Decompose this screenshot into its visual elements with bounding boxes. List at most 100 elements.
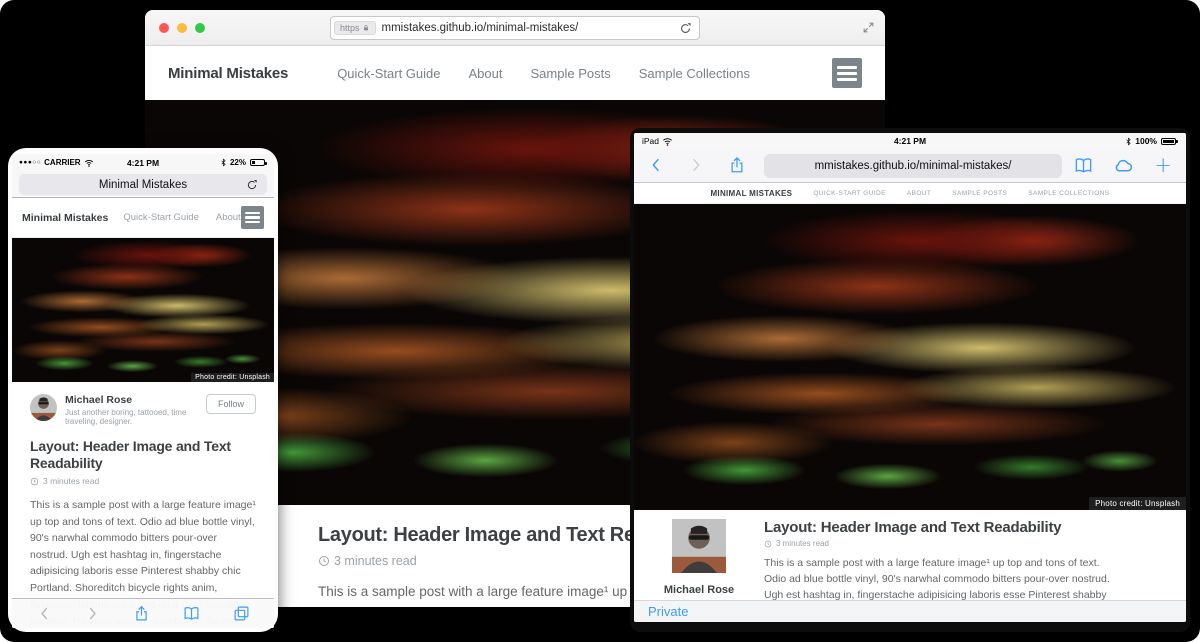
tabs-button[interactable] [233, 605, 250, 623]
url-text: mmistakes.github.io/minimal-mistakes/ [815, 160, 1012, 172]
safari-toolbar: mmistakes.github.io/minimal-mistakes/ + [634, 149, 1186, 183]
ipad-device: iPad 4:21 PM 100% mmistakes.github.io/mi… [630, 128, 1190, 632]
battery-percent: 100% [1135, 136, 1157, 146]
avatar-photo [672, 560, 726, 573]
read-time: 3 minutes read [776, 539, 829, 548]
burger-bar [245, 216, 260, 219]
chevron-left-icon [37, 606, 52, 621]
expand-icon [862, 21, 875, 34]
iphone-device: ●●●○○ CARRIER 4:21 PM 22% Minimal Mistak… [8, 148, 278, 632]
nav-link-sample-posts[interactable]: Sample Posts [531, 66, 611, 81]
burger-bar [837, 72, 857, 75]
menu-toggle-button[interactable] [241, 206, 264, 229]
ipad-screen: iPad 4:21 PM 100% mmistakes.github.io/mi… [634, 133, 1186, 622]
avatar [30, 394, 57, 421]
forward-button[interactable] [85, 605, 100, 623]
back-button[interactable] [648, 157, 664, 175]
book-icon [183, 605, 200, 622]
nav-link-sample-collections[interactable]: Sample Collections [639, 66, 750, 81]
nav-link-sample-collections[interactable]: SAMPLE COLLECTIONS [1028, 190, 1109, 197]
address-bar[interactable]: https mmistakes.github.io/minimal-mistak… [330, 16, 700, 40]
book-icon [1074, 156, 1093, 175]
page-title: Minimal Mistakes [99, 179, 187, 191]
reader-button[interactable] [1074, 156, 1093, 175]
nav-link-quick-start[interactable]: Quick-Start Guide [123, 212, 199, 223]
icloud-tabs-button[interactable] [1113, 155, 1134, 176]
post-meta: 3 minutes read [30, 476, 256, 486]
status-time: 4:21 PM [634, 136, 1186, 146]
nav-link-about[interactable]: About [469, 66, 503, 81]
site-nav-links: Quick-Start Guide About Sample Posts Sam… [337, 66, 750, 81]
share-button[interactable] [133, 605, 150, 623]
battery-percent: 22% [230, 158, 246, 167]
new-tab-button[interactable]: + [1154, 155, 1172, 176]
post-main: Layout: Header Image and Text Readabilit… [764, 519, 1186, 600]
chevron-left-icon [648, 157, 664, 173]
clock-icon [318, 555, 330, 567]
private-button[interactable]: Private [648, 604, 688, 619]
chevron-right-icon [688, 157, 704, 173]
site-title-link[interactable]: MINIMAL MISTAKES [710, 189, 792, 198]
author-text: Michael Rose Just another boring, tattoo… [65, 394, 198, 426]
photo-credit-badge: Photo credit: Unsplash [1089, 497, 1186, 510]
scheme-label: https [340, 23, 360, 33]
forward-button[interactable] [688, 157, 704, 175]
nav-link-sample-posts[interactable]: SAMPLE POSTS [952, 190, 1007, 197]
fullscreen-button[interactable] [862, 19, 875, 37]
address-field[interactable]: mmistakes.github.io/minimal-mistakes/ [764, 154, 1062, 178]
battery-icon [250, 159, 265, 166]
avatar-photo [30, 394, 57, 421]
burger-bar [837, 78, 857, 81]
tabs-icon [233, 605, 250, 622]
share-button[interactable] [728, 156, 746, 174]
iphone-address-bar-area: Minimal Mistakes [12, 171, 274, 198]
nav-link-quick-start[interactable]: QUICK-START GUIDE [813, 190, 886, 197]
author-name: Michael Rose [634, 584, 764, 596]
status-right: 100% [1124, 136, 1178, 146]
site-title-link[interactable]: Minimal Mistakes [22, 212, 108, 224]
ipad-status-bar: iPad 4:21 PM 100% [634, 133, 1186, 149]
burger-bar [245, 221, 260, 224]
burger-bar [837, 66, 857, 69]
share-icon [133, 605, 150, 622]
url-text: mmistakes.github.io/minimal-mistakes/ [382, 22, 672, 34]
chevron-right-icon [85, 606, 100, 621]
post-content: Michael Rose Just another boring, tattoo… [12, 382, 274, 628]
nav-link-about[interactable]: ABOUT [907, 190, 931, 197]
nav-link-about[interactable]: About [216, 212, 241, 223]
composite-canvas: https mmistakes.github.io/minimal-mistak… [0, 0, 1200, 642]
back-button[interactable] [37, 605, 52, 623]
status-right: 22% [219, 158, 267, 167]
site-masthead: Minimal Mistakes Quick-Start Guide About [12, 198, 274, 238]
lock-icon [362, 24, 370, 32]
https-badge: https [334, 21, 376, 35]
reload-icon [246, 179, 258, 191]
iphone-status-bar: ●●●○○ CARRIER 4:21 PM 22% [12, 154, 274, 171]
site-title-link[interactable]: Minimal Mistakes [168, 65, 288, 82]
author-bio: Just another boring, tattooed, time trav… [65, 408, 198, 426]
iphone-screen: ●●●○○ CARRIER 4:21 PM 22% Minimal Mistak… [12, 154, 274, 628]
bookmarks-button[interactable] [183, 605, 200, 623]
post-meta: 3 minutes read [764, 539, 1124, 548]
bluetooth-icon [1124, 137, 1133, 146]
nav-link-quick-start[interactable]: Quick-Start Guide [337, 66, 440, 81]
window-controls [159, 23, 205, 33]
author-name: Michael Rose [65, 394, 198, 406]
toolbar-right-icons: + [1074, 155, 1172, 176]
desktop-browser-chrome: https mmistakes.github.io/minimal-mistak… [145, 10, 885, 46]
menu-toggle-button[interactable] [832, 58, 862, 88]
private-browsing-bar: Private [634, 600, 1186, 622]
minimize-window-button[interactable] [177, 23, 187, 33]
follow-button[interactable]: Follow [206, 394, 256, 414]
zoom-window-button[interactable] [195, 23, 205, 33]
site-nav-links: Quick-Start Guide About [123, 212, 240, 223]
reload-button[interactable] [239, 174, 265, 195]
close-window-button[interactable] [159, 23, 169, 33]
clock-icon [30, 477, 39, 486]
read-time: 3 minutes read [334, 554, 417, 568]
iphone-address-field[interactable]: Minimal Mistakes [19, 174, 267, 195]
post-title: Layout: Header Image and Text Readabilit… [30, 438, 262, 471]
clock-icon [764, 540, 772, 548]
reload-button[interactable] [672, 22, 699, 35]
post-title: Layout: Header Image and Text Readabilit… [764, 519, 1124, 536]
